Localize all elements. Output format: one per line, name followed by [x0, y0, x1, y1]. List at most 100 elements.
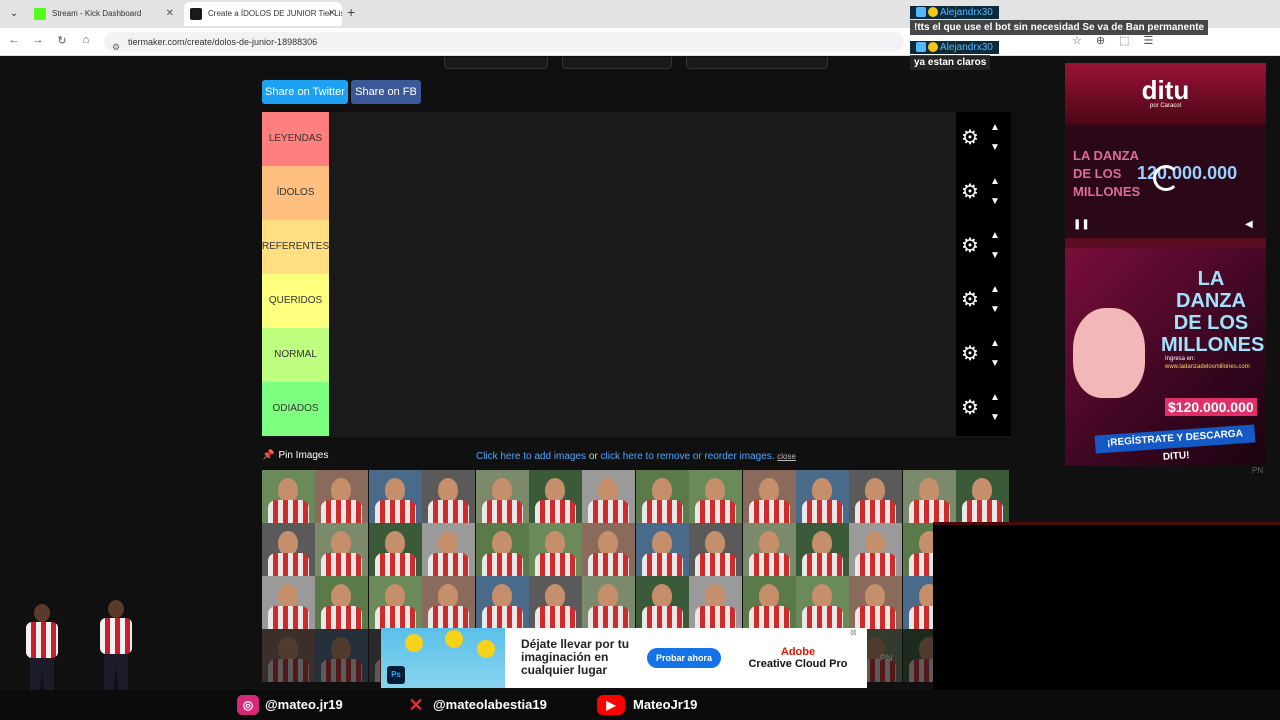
- tier-drop-zone[interactable]: [329, 166, 956, 220]
- reload-icon[interactable]: ↻: [54, 34, 70, 47]
- ad-video[interactable]: LA DANZA DE LOS MILLONES 120.000.000 ❚❚ …: [1065, 125, 1266, 238]
- tier-drop-zone[interactable]: [329, 112, 956, 166]
- player-thumbnail[interactable]: [475, 470, 529, 523]
- pin-images-toggle[interactable]: 📌 Pin Images: [262, 450, 328, 461]
- chevron-down-icon[interactable]: ▼: [988, 358, 1002, 370]
- tier-label[interactable]: ODIADOS: [262, 382, 329, 436]
- gear-icon[interactable]: ⚙: [960, 290, 980, 310]
- player-thumbnail[interactable]: [582, 523, 636, 576]
- chevron-down-icon[interactable]: ▼: [988, 196, 1002, 208]
- chevron-up-icon[interactable]: ▲: [988, 176, 1002, 188]
- gear-icon[interactable]: ⚙: [960, 128, 980, 148]
- player-thumbnail[interactable]: [582, 470, 636, 523]
- home-icon[interactable]: ⌂: [78, 34, 94, 46]
- promo-cta[interactable]: ¡REGÍSTRATE Y DESCARGA DITU!: [1094, 424, 1256, 463]
- chevron-up-icon[interactable]: ▲: [988, 338, 1002, 350]
- player-thumbnail[interactable]: [529, 523, 582, 576]
- top-button-3[interactable]: [686, 57, 828, 69]
- player-thumbnail[interactable]: [262, 629, 315, 682]
- share-twitter-button[interactable]: Share on Twitter: [262, 80, 348, 104]
- tier-drop-zone[interactable]: [329, 382, 956, 436]
- player-thumbnail[interactable]: [742, 576, 796, 629]
- tier-label[interactable]: QUERIDOS: [262, 274, 329, 328]
- close-tab-icon[interactable]: ✕: [328, 2, 336, 26]
- bottom-ad[interactable]: Ps Déjate llevar por tu imaginación en c…: [381, 628, 867, 688]
- player-thumbnail[interactable]: [635, 470, 689, 523]
- pause-icon[interactable]: ❚❚: [1073, 219, 1090, 230]
- player-thumbnail[interactable]: [475, 576, 529, 629]
- player-thumbnail[interactable]: [315, 629, 369, 682]
- top-button-1[interactable]: [444, 57, 548, 69]
- forward-icon[interactable]: →: [30, 34, 46, 46]
- gear-icon[interactable]: ⚙: [960, 236, 980, 256]
- player-thumbnail[interactable]: [422, 523, 476, 576]
- remove-reorder-link[interactable]: click here to remove or reorder images.: [601, 451, 775, 462]
- player-thumbnail[interactable]: [529, 470, 582, 523]
- add-images-link[interactable]: Click here to add images: [476, 451, 586, 462]
- new-tab-button[interactable]: +: [347, 4, 355, 20]
- tab-kick-dashboard[interactable]: Stream - Kick Dashboard ✕: [28, 2, 180, 26]
- tier-label[interactable]: REFERENTES: [262, 220, 329, 274]
- ad-close-icon[interactable]: ⊠: [850, 628, 857, 637]
- player-thumbnail[interactable]: [902, 470, 956, 523]
- player-thumbnail[interactable]: [262, 576, 315, 629]
- tier-label[interactable]: ÍDOLOS: [262, 166, 329, 220]
- chevron-down-icon[interactable]: ▼: [988, 250, 1002, 262]
- gear-icon[interactable]: ⚙: [960, 344, 980, 364]
- chevron-up-icon[interactable]: ▲: [988, 392, 1002, 404]
- player-thumbnail[interactable]: [315, 523, 369, 576]
- player-thumbnail[interactable]: [315, 470, 369, 523]
- player-thumbnail[interactable]: [796, 470, 849, 523]
- player-thumbnail[interactable]: [262, 470, 315, 523]
- player-thumbnail[interactable]: [689, 470, 743, 523]
- player-thumbnail[interactable]: [582, 576, 636, 629]
- ad-promo[interactable]: LA DANZA DE LOS MILLONES Ingresa en: www…: [1065, 248, 1266, 466]
- player-thumbnail[interactable]: [529, 576, 582, 629]
- tier-drop-zone[interactable]: [329, 328, 956, 382]
- player-thumbnail[interactable]: [422, 576, 476, 629]
- tier-drop-zone[interactable]: [329, 220, 956, 274]
- player-thumbnail[interactable]: [796, 576, 849, 629]
- chevron-up-icon[interactable]: ▲: [988, 122, 1002, 134]
- chevron-down-icon[interactable]: ▼: [988, 304, 1002, 316]
- player-thumbnail[interactable]: [689, 523, 743, 576]
- player-thumbnail[interactable]: [315, 576, 369, 629]
- player-thumbnail[interactable]: [368, 523, 422, 576]
- player-thumbnail[interactable]: [796, 523, 849, 576]
- back-icon[interactable]: ←: [6, 34, 22, 46]
- player-thumbnail[interactable]: [635, 576, 689, 629]
- player-thumbnail[interactable]: [475, 523, 529, 576]
- player-thumbnail[interactable]: [742, 523, 796, 576]
- close-link[interactable]: close: [777, 452, 796, 461]
- volume-icon[interactable]: ◀: [1245, 219, 1253, 230]
- chevron-up-icon[interactable]: ▲: [988, 284, 1002, 296]
- player-thumbnail[interactable]: [422, 470, 476, 523]
- tier-label[interactable]: NORMAL: [262, 328, 329, 382]
- player-thumbnail[interactable]: [956, 470, 1010, 523]
- gear-icon[interactable]: ⚙: [960, 182, 980, 202]
- close-tab-icon[interactable]: ✕: [166, 2, 174, 26]
- ad-cta-button[interactable]: Probar ahora: [647, 648, 721, 668]
- gear-icon[interactable]: ⚙: [960, 398, 980, 418]
- side-ad[interactable]: ditu por Caracol LA DANZA DE LOS MILLONE…: [1065, 63, 1266, 466]
- player-thumbnail[interactable]: [689, 576, 743, 629]
- player-thumbnail[interactable]: [368, 576, 422, 629]
- tier-label[interactable]: LEYENDAS: [262, 112, 329, 166]
- chevron-down-icon[interactable]: ▼: [988, 412, 1002, 424]
- player-thumbnail[interactable]: [635, 523, 689, 576]
- player-thumbnail[interactable]: [849, 523, 903, 576]
- top-button-2[interactable]: [562, 57, 672, 69]
- site-info-icon[interactable]: ⚙: [112, 37, 120, 57]
- share-fb-button[interactable]: Share on FB: [351, 80, 421, 104]
- player-thumbnail[interactable]: [849, 470, 903, 523]
- player-thumbnail[interactable]: [849, 576, 903, 629]
- url-field[interactable]: ⚙ tiermaker.com/create/dolos-de-junior-1…: [104, 32, 904, 52]
- tab-search-icon[interactable]: ⌄: [6, 6, 22, 22]
- chevron-up-icon[interactable]: ▲: [988, 230, 1002, 242]
- player-thumbnail[interactable]: [368, 470, 422, 523]
- tier-drop-zone[interactable]: [329, 274, 956, 328]
- player-thumbnail[interactable]: [742, 470, 796, 523]
- player-thumbnail[interactable]: [262, 523, 315, 576]
- chevron-down-icon[interactable]: ▼: [988, 142, 1002, 154]
- tab-tiermaker[interactable]: Create a ÍDOLOS DE JUNIOR Tier List ✕: [184, 2, 342, 26]
